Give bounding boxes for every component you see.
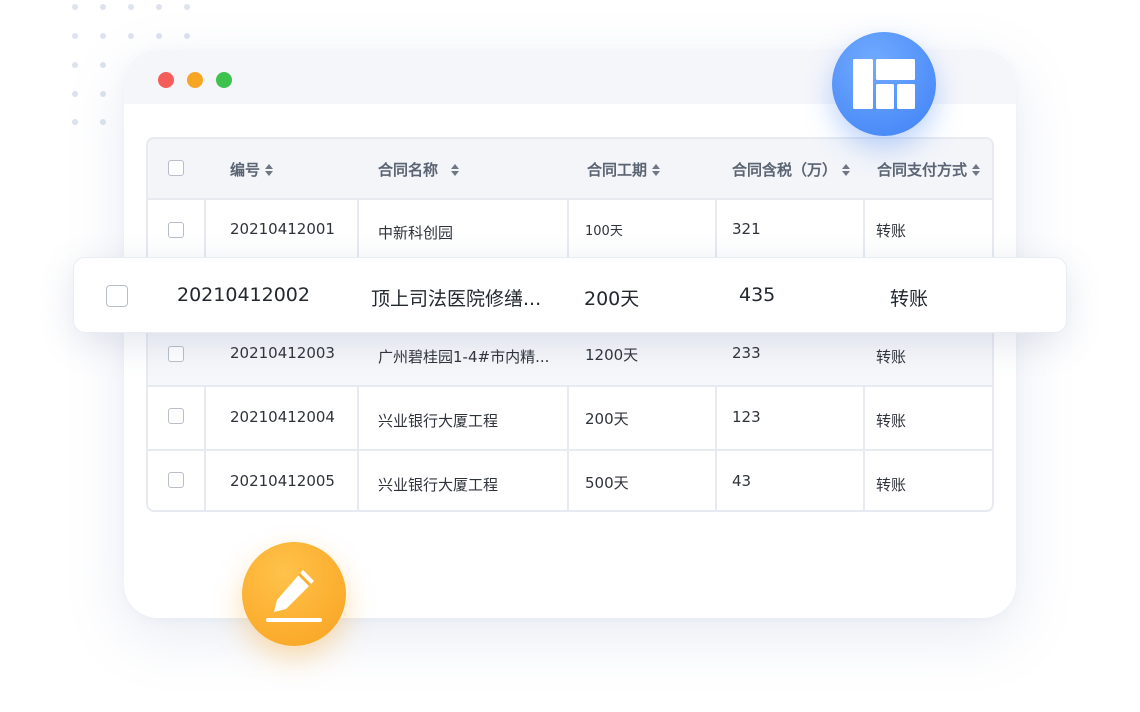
cell-period: 200天: [585, 410, 629, 428]
row-checkbox[interactable]: [168, 346, 184, 362]
cell-payment: 转账: [890, 288, 929, 310]
maximize-window-button[interactable]: [216, 72, 232, 88]
close-window-button[interactable]: [158, 72, 174, 88]
cell-period: 200天: [584, 288, 640, 310]
layout-grid-badge: [832, 32, 936, 136]
column-header-label: 合同支付方式: [877, 161, 968, 179]
cell-amount: 123: [732, 408, 761, 426]
cell-id: 20210412003: [230, 344, 335, 362]
sort-icon[interactable]: [264, 163, 274, 177]
cell-name: 兴业银行大厦工程: [378, 476, 499, 494]
cell-amount: 43: [732, 472, 752, 490]
cell-period: 500天: [585, 474, 629, 492]
row-checkbox[interactable]: [168, 222, 184, 238]
cell-payment: 转账: [876, 348, 907, 366]
column-header-payment[interactable]: 合同支付方式: [877, 159, 981, 180]
layout-grid-icon: [853, 59, 915, 109]
cell-period: 100天: [585, 224, 623, 239]
row-checkbox[interactable]: [168, 408, 184, 424]
row-checkbox[interactable]: [168, 472, 184, 488]
cell-name: 广州碧桂园1-4#市内精...: [378, 348, 550, 366]
column-header-label: 合同名称: [378, 161, 439, 179]
column-header-name[interactable]: 合同名称: [378, 159, 460, 180]
column-header-id[interactable]: 编号: [230, 159, 274, 180]
sort-icon[interactable]: [841, 163, 851, 177]
sort-icon[interactable]: [450, 163, 460, 177]
sort-icon[interactable]: [971, 163, 981, 177]
column-header-label: 合同工期: [587, 161, 648, 179]
cell-id: 20210412002: [177, 284, 310, 306]
cell-amount: 435: [739, 284, 776, 306]
table-row[interactable]: 20210412004 兴业银行大厦工程 200天 123 转账: [148, 387, 992, 451]
row-checkbox[interactable]: [106, 285, 128, 307]
column-header-label: 合同含税（万）: [732, 161, 838, 179]
cell-name: 兴业银行大厦工程: [378, 412, 499, 430]
highlighted-table-row[interactable]: 20210412002 顶上司法医院修缮... 200天 435 转账: [73, 257, 1067, 333]
cell-name: 顶上司法医院修缮...: [371, 288, 542, 310]
cell-name: 中新科创园: [378, 224, 454, 242]
cell-payment: 转账: [876, 412, 907, 430]
table-header-row: 编号 合同名称 合同工期 合同含税（万） 合同支付方式: [148, 139, 992, 200]
pencil-edit-icon: [266, 570, 322, 622]
cell-id: 20210412004: [230, 408, 335, 426]
cell-amount: 233: [732, 344, 761, 362]
edit-badge: [242, 542, 346, 646]
column-header-amount[interactable]: 合同含税（万）: [732, 159, 851, 180]
column-header-period[interactable]: 合同工期: [587, 159, 661, 180]
cell-id: 20210412001: [230, 220, 335, 238]
cell-id: 20210412005: [230, 472, 335, 490]
select-all-checkbox[interactable]: [168, 160, 184, 176]
cell-payment: 转账: [876, 476, 907, 494]
column-header-label: 编号: [230, 161, 261, 179]
minimize-window-button[interactable]: [187, 72, 203, 88]
table-row[interactable]: 20210412005 兴业银行大厦工程 500天 43 转账: [148, 451, 992, 510]
cell-period: 1200天: [585, 346, 639, 364]
sort-icon[interactable]: [651, 163, 661, 177]
table-row[interactable]: 20210412001 中新科创园 100天 321 转账: [148, 200, 992, 259]
cell-amount: 321: [732, 220, 761, 238]
cell-payment: 转账: [876, 222, 907, 240]
